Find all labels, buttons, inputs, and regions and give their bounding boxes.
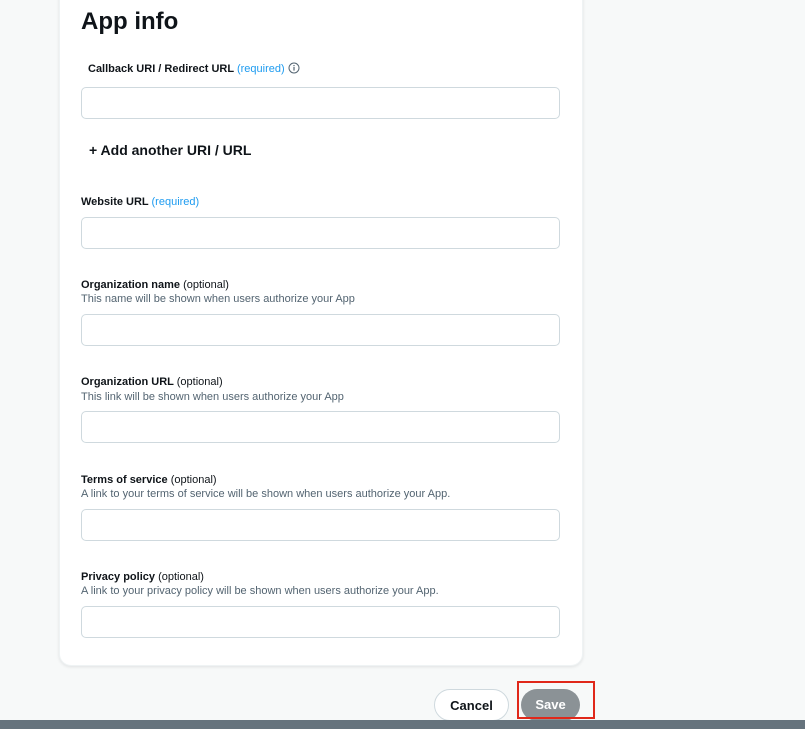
organization-name-optional-tag: (optional) bbox=[183, 279, 229, 291]
add-another-uri-button[interactable]: + Add another URI / URL bbox=[89, 142, 251, 159]
website-url-input[interactable] bbox=[81, 217, 560, 249]
organization-name-input[interactable] bbox=[81, 314, 560, 346]
website-url-required-tag: (required) bbox=[151, 196, 200, 208]
callback-uri-required-tag: (required) bbox=[236, 63, 285, 75]
organization-name-label: Organization name (optional) bbox=[81, 278, 229, 292]
terms-of-service-label: Terms of service (optional) bbox=[81, 473, 217, 487]
privacy-policy-help: A link to your privacy policy will be sh… bbox=[81, 585, 439, 597]
info-icon[interactable] bbox=[288, 62, 300, 78]
page-title: App info bbox=[81, 8, 179, 35]
organization-name-label-text: Organization name bbox=[81, 279, 181, 291]
callback-uri-label: Callback URI / Redirect URL (required) bbox=[88, 62, 300, 78]
organization-url-optional-tag: (optional) bbox=[176, 376, 223, 388]
terms-of-service-input[interactable] bbox=[81, 509, 560, 541]
terms-of-service-label-text: Terms of service bbox=[81, 474, 168, 486]
website-url-label: Website URL (required) bbox=[81, 195, 199, 209]
organization-url-help: This link will be shown when users autho… bbox=[81, 391, 344, 403]
privacy-policy-label: Privacy policy (optional) bbox=[81, 570, 204, 584]
organization-name-help: This name will be shown when users autho… bbox=[81, 293, 355, 305]
callback-uri-input[interactable] bbox=[81, 87, 560, 119]
callback-uri-label-text: Callback URI / Redirect URL bbox=[88, 63, 234, 75]
website-url-label-text: Website URL bbox=[81, 196, 149, 208]
organization-url-label: Organization URL (optional) bbox=[81, 375, 223, 389]
privacy-policy-optional-tag: (optional) bbox=[158, 571, 204, 583]
terms-of-service-help: A link to your terms of service will be … bbox=[81, 488, 451, 500]
privacy-policy-label-text: Privacy policy bbox=[81, 571, 155, 583]
organization-url-input[interactable] bbox=[81, 411, 560, 443]
organization-url-label-text: Organization URL bbox=[81, 376, 174, 388]
privacy-policy-input[interactable] bbox=[81, 606, 560, 638]
save-button[interactable]: Save bbox=[521, 689, 580, 721]
terms-of-service-optional-tag: (optional) bbox=[170, 474, 217, 486]
cancel-button[interactable]: Cancel bbox=[434, 689, 509, 721]
bottom-bar bbox=[0, 720, 805, 729]
